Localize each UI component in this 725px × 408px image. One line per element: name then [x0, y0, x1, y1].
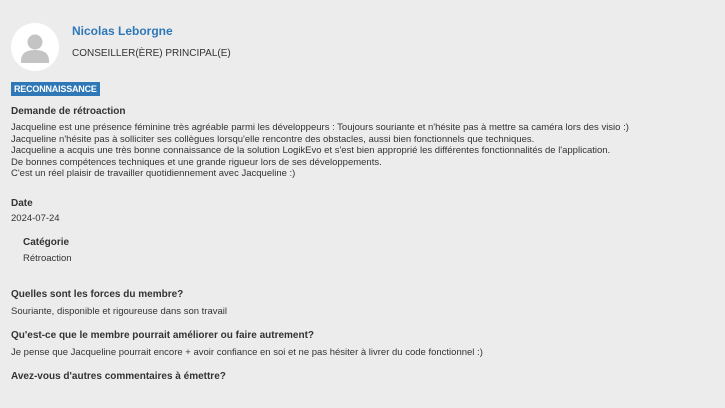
feedback-type-badge: RECONNAISSANCE [11, 82, 100, 96]
category-value: Rétroaction [23, 253, 72, 264]
improvement-question: Qu'est-ce que le membre pourrait amélior… [11, 330, 315, 341]
feedback-line: C'est un réel plaisir de travailler quot… [11, 168, 296, 179]
improvement-answer: Je pense que Jacqueline pourrait encore … [11, 347, 483, 358]
other-comments-question: Avez-vous d'autres commentaires à émettr… [11, 371, 226, 382]
feedback-line: Jacqueline est une présence féminine trè… [11, 122, 629, 133]
feedback-request-label: Demande de rétroaction [11, 106, 126, 117]
category-label: Catégorie [23, 237, 70, 248]
user-silhouette-icon [11, 23, 59, 71]
avatar [11, 23, 59, 71]
date-value: 2024-07-24 [11, 213, 60, 224]
strengths-question: Quelles sont les forces du membre? [11, 289, 184, 300]
feedback-card: Nicolas Leborgne CONSEILLER(ÈRE) PRINCIP… [0, 0, 725, 408]
date-label: Date [11, 198, 33, 209]
member-name[interactable]: Nicolas Leborgne [72, 24, 173, 38]
feedback-request-text: Jacqueline est une présence féminine trè… [11, 122, 629, 180]
feedback-line: Jacqueline n'hésite pas à solliciter ses… [11, 133, 535, 145]
member-role: CONSEILLER(ÈRE) PRINCIPAL(E) [72, 48, 231, 59]
feedback-line: Jacqueline a acquis une très bonne conna… [11, 145, 611, 156]
strengths-answer: Souriante, disponible et rigoureuse dans… [11, 306, 227, 317]
feedback-line: De bonnes compétences techniques et une … [11, 156, 382, 168]
